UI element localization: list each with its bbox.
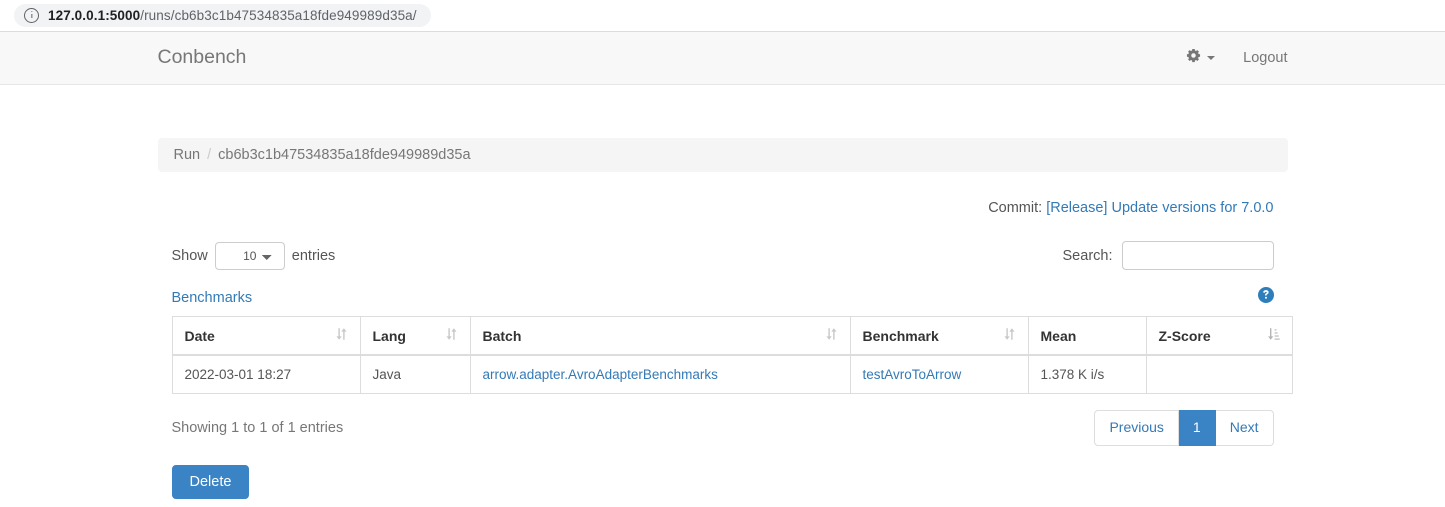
table-caption-row: Benchmarks <box>158 287 1288 308</box>
table-head: Date Lang <box>172 317 1292 356</box>
table-row[interactable]: 2022-03-01 18:27 Java arrow.adapter.Avro… <box>172 355 1292 394</box>
gear-icon <box>1186 48 1201 68</box>
column-label-mean: Mean <box>1041 328 1077 344</box>
page-length-select[interactable]: 10 <box>215 242 285 270</box>
brand-logo-conbench[interactable]: Conbench <box>158 48 247 68</box>
browser-address-bar: 127.0.0.1:5000/runs/cb6b3c1b47534835a18f… <box>0 0 1445 32</box>
show-label: Show <box>172 248 208 264</box>
commit-label: Commit: <box>988 200 1042 216</box>
navbar-right-group: Logout <box>1186 48 1287 68</box>
column-header-mean[interactable]: Mean <box>1028 317 1146 356</box>
settings-menu-button[interactable] <box>1186 48 1215 68</box>
benchmark-link[interactable]: testAvroToArrow <box>863 367 962 382</box>
pagination-next-button[interactable]: Next <box>1216 410 1274 446</box>
top-navbar: Conbench Logout <box>0 32 1445 85</box>
datatable-controls: Show 10 entries Search: <box>158 241 1288 270</box>
sort-neutral-icon <box>335 327 348 344</box>
pagination-page-1-button[interactable]: 1 <box>1179 410 1216 446</box>
cell-batch: arrow.adapter.AvroAdapterBenchmarks <box>470 355 850 394</box>
column-header-lang[interactable]: Lang <box>360 317 470 356</box>
cell-date: 2022-03-01 18:27 <box>172 355 360 394</box>
question-circle-icon[interactable] <box>1258 287 1274 308</box>
search-input[interactable] <box>1122 241 1274 270</box>
table-body: 2022-03-01 18:27 Java arrow.adapter.Avro… <box>172 355 1292 394</box>
batch-link[interactable]: arrow.adapter.AvroAdapterBenchmarks <box>483 367 718 382</box>
search-label: Search: <box>1063 248 1113 264</box>
commit-line: Commit: [Release] Update versions for 7.… <box>158 200 1288 216</box>
pagination-previous-button[interactable]: Previous <box>1094 410 1178 446</box>
sort-neutral-icon <box>1003 327 1016 344</box>
benchmarks-link[interactable]: Benchmarks <box>172 290 253 306</box>
info-circle-icon[interactable] <box>24 8 39 23</box>
url-path: /runs/cb6b3c1b47534835a18fde949989d35a/ <box>140 8 416 23</box>
entries-label: entries <box>292 248 336 264</box>
search-control: Search: <box>1063 241 1274 270</box>
logout-link[interactable]: Logout <box>1243 50 1287 66</box>
cell-lang: Java <box>360 355 470 394</box>
table-header-row: Date Lang <box>172 317 1292 356</box>
column-header-benchmark[interactable]: Benchmark <box>850 317 1028 356</box>
cell-benchmark: testAvroToArrow <box>850 355 1028 394</box>
cell-mean: 1.378 K i/s <box>1028 355 1146 394</box>
navbar-inner: Conbench Logout <box>143 48 1303 68</box>
breadcrumb: Run/cb6b3c1b47534835a18fde949989d35a <box>158 138 1288 172</box>
commit-link[interactable]: [Release] Update versions for 7.0.0 <box>1046 200 1273 216</box>
table-info-text: Showing 1 to 1 of 1 entries <box>172 420 344 436</box>
datatable-footer: Showing 1 to 1 of 1 entries Previous 1 N… <box>158 410 1288 446</box>
column-header-date[interactable]: Date <box>172 317 360 356</box>
column-label-lang: Lang <box>373 328 406 344</box>
sort-neutral-icon <box>825 327 838 344</box>
sort-amount-down-icon <box>1267 327 1280 344</box>
cell-zscore <box>1146 355 1292 394</box>
url-text: 127.0.0.1:5000/runs/cb6b3c1b47534835a18f… <box>48 8 417 23</box>
caret-down-icon <box>1207 56 1215 60</box>
column-header-zscore[interactable]: Z-Score <box>1146 317 1292 356</box>
breadcrumb-item-current: cb6b3c1b47534835a18fde949989d35a <box>218 147 470 163</box>
column-header-batch[interactable]: Batch <box>470 317 850 356</box>
breadcrumb-item-run[interactable]: Run <box>174 147 201 163</box>
benchmarks-table-wrap: Date Lang <box>158 316 1288 394</box>
benchmarks-table: Date Lang <box>172 316 1293 394</box>
column-label-benchmark: Benchmark <box>863 328 939 344</box>
sort-neutral-icon <box>445 327 458 344</box>
column-label-date: Date <box>185 328 215 344</box>
column-label-zscore: Z-Score <box>1159 328 1211 344</box>
page-container: Run/cb6b3c1b47534835a18fde949989d35a Com… <box>143 138 1303 499</box>
url-host: 127.0.0.1:5000 <box>48 8 140 23</box>
breadcrumb-separator: / <box>200 147 218 163</box>
column-label-batch: Batch <box>483 328 522 344</box>
page-length-control: Show 10 entries <box>172 242 336 270</box>
pagination: Previous 1 Next <box>1094 410 1273 446</box>
url-pill[interactable]: 127.0.0.1:5000/runs/cb6b3c1b47534835a18f… <box>14 4 431 27</box>
delete-button[interactable]: Delete <box>172 465 250 499</box>
